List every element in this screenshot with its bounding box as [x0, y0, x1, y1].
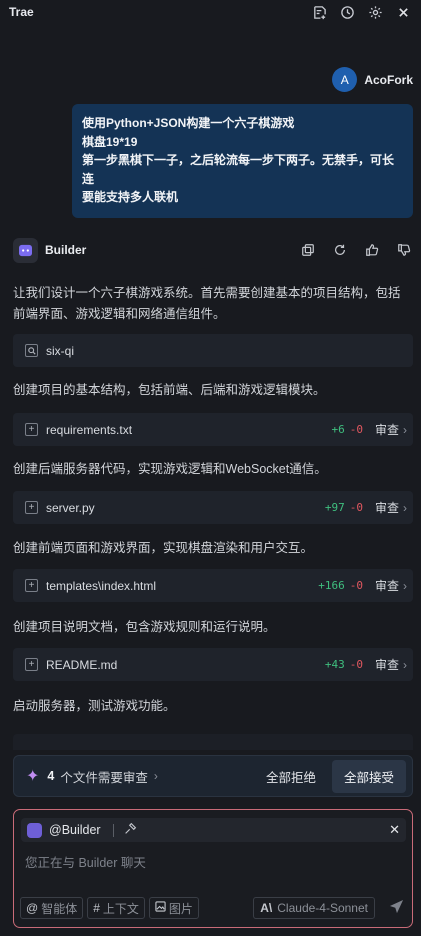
builder-name: Builder [45, 243, 87, 257]
history-icon[interactable] [339, 4, 355, 20]
user-name: AcoFork [364, 72, 413, 87]
title-bar: Trae [0, 0, 421, 24]
review-button[interactable]: 审查 › [375, 421, 407, 438]
settings-icon[interactable] [367, 4, 383, 20]
file-add-icon: + [25, 423, 38, 436]
user-message-line: 要能支持多人联机 [82, 190, 179, 204]
regenerate-icon[interactable] [331, 241, 349, 259]
avatar: A [332, 67, 358, 92]
file-name: README.md [46, 657, 118, 672]
chat-input-placeholder[interactable]: 您正在与 Builder 聊天 [25, 852, 146, 871]
user-message-bubble: 使用Python+JSON构建一个六子棋游戏 棋盘19*19 第一步黑棋下一子，… [72, 104, 413, 218]
builder-header: Builder [13, 236, 413, 264]
model-selector[interactable]: A\ Claude-4-Sonnet [253, 897, 375, 919]
file-name: server.py [46, 500, 95, 515]
user-message-line: 使用Python+JSON构建一个六子棋游戏 [82, 116, 295, 130]
hammer-icon[interactable] [124, 822, 137, 838]
file-change-item[interactable]: + server.py +97 -0 审查 › [13, 491, 413, 524]
image-button[interactable]: 图片 [148, 897, 199, 919]
review-label: 审查 [374, 501, 399, 515]
lines-added: +6 [331, 423, 345, 436]
search-term: six-qi [46, 343, 75, 358]
file-change-item[interactable]: + requirements.txt +6 -0 审查 › [13, 413, 413, 446]
agent-button[interactable]: @ 智能体 [20, 897, 84, 919]
lines-added: +97 [324, 501, 345, 514]
step-text: 启动服务器，测试游戏功能。 [13, 699, 176, 713]
user-message-line: 棋盘19*19 [82, 134, 138, 149]
builder-logo-icon [13, 237, 38, 263]
app-title: Trae [9, 5, 34, 19]
file-change-item[interactable]: + README.md +43 -0 审查 › [13, 648, 413, 681]
image-icon [155, 901, 166, 915]
lines-removed: -0 [349, 423, 363, 436]
at-icon: @ [26, 901, 39, 915]
context-button[interactable]: # 上下文 [87, 897, 145, 919]
assistant-intro-text: 让我们设计一个六子棋游戏系统。首先需要创建基本的项目结构，包括前端界面、游戏逻辑… [13, 286, 401, 321]
anthropic-icon: A\ [260, 901, 273, 915]
new-chat-icon[interactable] [311, 4, 327, 20]
terminal-item-partial [13, 734, 413, 750]
close-icon[interactable] [395, 4, 411, 20]
send-icon[interactable] [389, 899, 404, 918]
file-add-icon: + [25, 579, 38, 592]
file-name: templates\index.html [46, 578, 157, 593]
thumbs-up-icon[interactable] [363, 241, 381, 259]
search-icon [25, 344, 38, 357]
chevron-right-icon: › [403, 578, 407, 593]
chevron-right-icon[interactable]: › [154, 769, 158, 783]
review-button[interactable]: 审查 › [375, 656, 407, 673]
search-result-item[interactable]: six-qi [13, 334, 413, 367]
file-add-icon: + [25, 501, 38, 514]
user-header: A AcoFork [332, 67, 413, 92]
input-toolbar: @ 智能体 # 上下文 图片 A\ Claude-4-Sonnet [20, 897, 404, 919]
thumbs-down-icon[interactable] [395, 241, 413, 259]
chevron-right-icon: › [403, 422, 407, 437]
builder-logo-icon [27, 822, 42, 838]
chevron-right-icon: › [403, 657, 407, 672]
reject-all-button[interactable]: 全部拒绝 [266, 767, 316, 786]
context-label: 上下文 [102, 901, 139, 916]
agent-chip[interactable]: @Builder [49, 823, 101, 837]
lines-added: +43 [324, 658, 345, 671]
hash-icon: # [93, 901, 100, 915]
step-text: 创建前端页面和游戏界面，实现棋盘渲染和用户交互。 [13, 541, 314, 555]
review-button[interactable]: 审查 › [375, 577, 407, 594]
lines-removed: -0 [349, 658, 363, 671]
review-bar: ✦ 4 个文件需要审查 › 全部拒绝 全部接受 [13, 755, 413, 797]
review-button[interactable]: 审查 › [375, 499, 407, 516]
header-actions [311, 4, 411, 20]
lines-removed: -0 [349, 501, 363, 514]
close-icon[interactable]: ✕ [389, 822, 400, 838]
chat-input-box[interactable]: @Builder ✕ 您正在与 Builder 聊天 @ 智能体 # 上下文 图片 … [13, 809, 413, 928]
file-add-icon: + [25, 658, 38, 671]
lines-removed: -0 [349, 579, 363, 592]
step-text: 创建项目的基本结构，包括前端、后端和游戏逻辑模块。 [13, 383, 326, 397]
sparkle-icon: ✦ [26, 768, 40, 785]
review-label: 审查 [374, 423, 399, 437]
step-text: 创建后端服务器代码，实现游戏逻辑和WebSocket通信。 [13, 462, 327, 476]
review-label: 审查 [374, 579, 399, 593]
model-name: Claude-4-Sonnet [277, 901, 368, 915]
image-label: 图片 [168, 901, 193, 916]
agent-label: 智能体 [41, 901, 78, 916]
file-name: requirements.txt [46, 422, 133, 437]
copy-icon[interactable] [299, 241, 317, 259]
pending-review-text[interactable]: 个文件需要审查 [60, 767, 148, 786]
lines-added: +166 [318, 579, 345, 592]
file-change-item[interactable]: + templates\index.html +166 -0 审查 › [13, 569, 413, 602]
agent-chip-row: @Builder ✕ [21, 818, 406, 842]
review-label: 审查 [374, 658, 399, 672]
accept-all-button[interactable]: 全部接受 [331, 759, 406, 793]
chevron-right-icon: › [403, 500, 407, 515]
pending-file-count: 4 [47, 769, 55, 783]
user-message-line: 第一步黑棋下一子，之后轮流每一步下两子。无禁手，可长连 [82, 153, 395, 186]
step-text: 创建项目说明文档，包含游戏规则和运行说明。 [13, 620, 276, 634]
